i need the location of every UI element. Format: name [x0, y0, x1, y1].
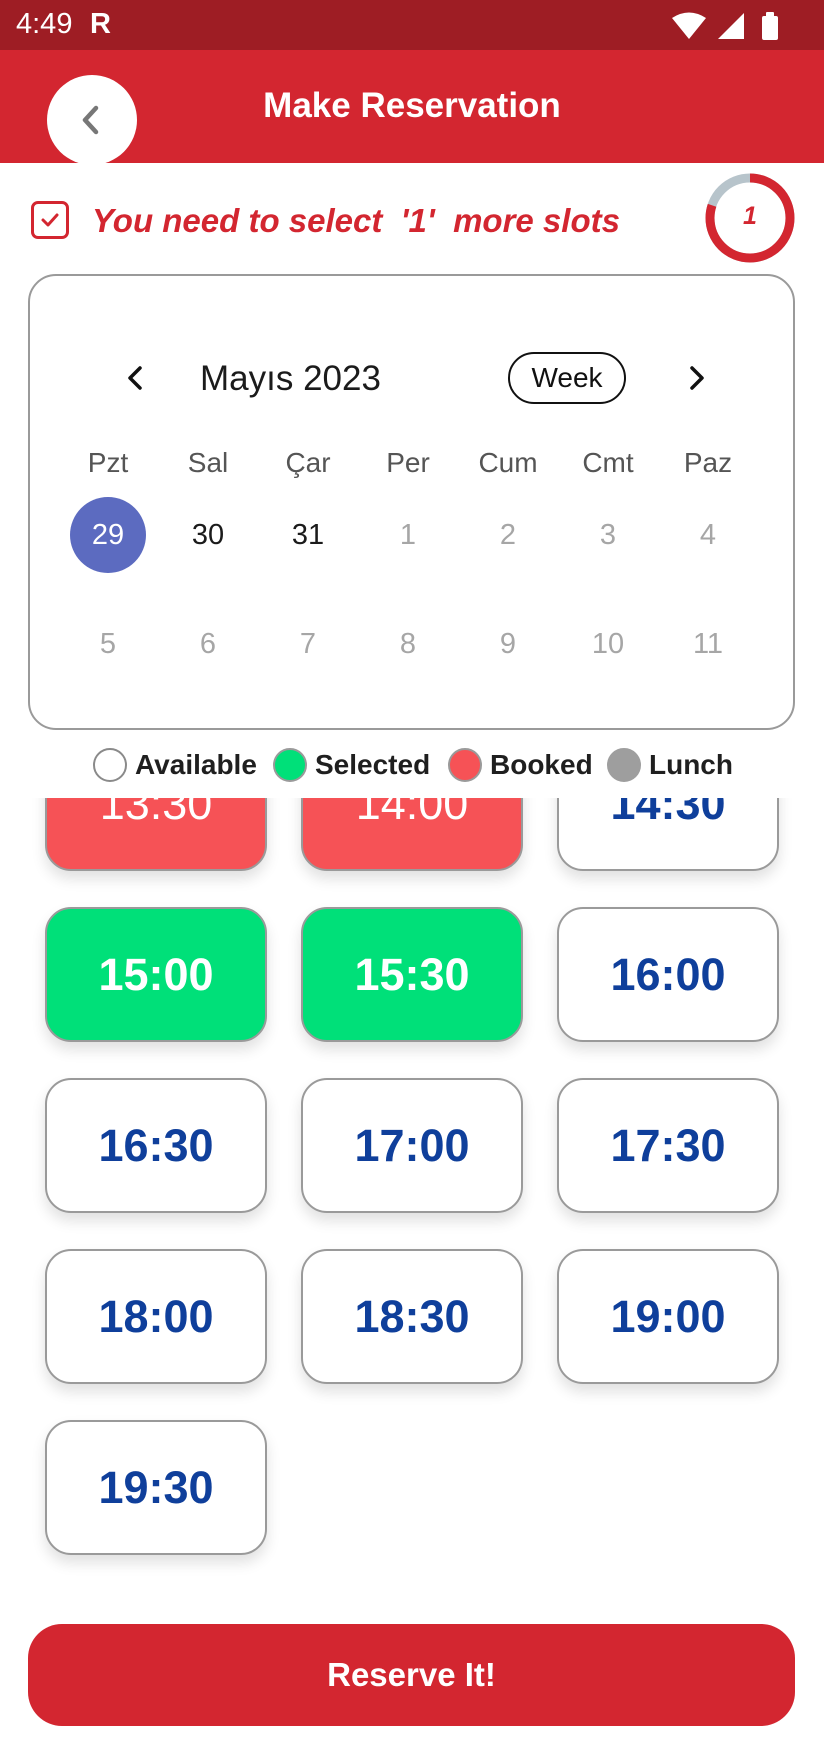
- remaining-slots-indicator: 1: [704, 172, 796, 264]
- notice-checkbox[interactable]: [31, 201, 69, 239]
- wifi-icon: [672, 12, 706, 39]
- legend-label: Available: [135, 749, 257, 780]
- time-slot-grid: 13:30 14:00 14:30 15:00 15:30 16:00 16:30 17:00…: [0, 798, 824, 1590]
- time-slot-selected[interactable]: 15:30: [301, 907, 523, 1042]
- time-slot-available[interactable]: 16:00: [557, 907, 779, 1042]
- legend-lunch-swatch: [607, 748, 641, 782]
- legend-label: Booked: [490, 749, 593, 780]
- time-slot-available[interactable]: 19:00: [557, 1249, 779, 1384]
- time-slot-booked[interactable]: 14:00: [301, 798, 523, 871]
- legend-booked-swatch: [448, 748, 482, 782]
- calendar-day[interactable]: 10: [570, 606, 646, 682]
- weekday-label: Çar: [285, 447, 331, 478]
- signal-icon: [718, 13, 744, 39]
- time-slot-available[interactable]: 17:30: [557, 1078, 779, 1213]
- calendar-day[interactable]: 11: [670, 606, 746, 682]
- calendar-day[interactable]: 4: [670, 497, 746, 573]
- calendar-day[interactable]: 9: [470, 606, 546, 682]
- calendar-day[interactable]: 8: [370, 606, 446, 682]
- previous-week-button[interactable]: [111, 353, 161, 403]
- calendar-day[interactable]: 30: [170, 497, 246, 573]
- remaining-count: 1: [743, 202, 757, 230]
- status-icons: [670, 11, 800, 46]
- notice-text: You need to select '1' more slots: [92, 202, 620, 239]
- calendar-day[interactable]: 3: [570, 497, 646, 573]
- chevron-left-icon: [128, 366, 142, 390]
- slot-notice: You need to select '1' more slots: [31, 198, 671, 242]
- weekday-label: Paz: [683, 447, 733, 478]
- calendar-day[interactable]: 2: [470, 497, 546, 573]
- time-slot-selected[interactable]: 15:00: [45, 907, 267, 1042]
- status-indicator: R: [90, 8, 111, 40]
- calendar-day[interactable]: 1: [370, 497, 446, 573]
- reserve-button[interactable]: Reserve It!: [28, 1624, 795, 1726]
- calendar-day[interactable]: 7: [270, 606, 346, 682]
- calendar-month-label: Mayıs 2023: [200, 359, 381, 398]
- slot-legend: Available Selected Booked Lunch: [93, 748, 793, 782]
- calendar-day[interactable]: 29: [70, 497, 146, 573]
- legend-label: Selected: [315, 749, 431, 780]
- time-slot-available[interactable]: 19:30: [45, 1420, 267, 1555]
- calendar-format-button[interactable]: Week: [508, 352, 626, 404]
- legend-selected-swatch: [273, 748, 307, 782]
- calendar-day[interactable]: 6: [170, 606, 246, 682]
- time-slot-available[interactable]: 17:00: [301, 1078, 523, 1213]
- time-slot-available[interactable]: 16:30: [45, 1078, 267, 1213]
- check-icon: [41, 213, 59, 227]
- time-slot-booked[interactable]: 13:30: [45, 798, 267, 871]
- weekday-label: Per: [386, 447, 430, 478]
- battery-icon: [762, 12, 778, 40]
- chevron-right-icon: [690, 366, 704, 390]
- legend-available-swatch: [93, 748, 127, 782]
- status-time: 4:49: [16, 8, 73, 40]
- status-bar: 4:49 R: [0, 0, 824, 50]
- legend-label: Lunch: [649, 749, 733, 780]
- time-slot-available[interactable]: 18:00: [45, 1249, 267, 1384]
- weekday-label: Pzt: [87, 447, 129, 478]
- calendar-card: Mayıs 2023 Week Pzt Sal Çar Per Cum Cmt Paz 29 3…: [28, 274, 795, 730]
- time-slot-available[interactable]: 14:30: [557, 798, 779, 871]
- calendar-day[interactable]: 5: [70, 606, 146, 682]
- weekday-label: Cmt: [582, 447, 634, 478]
- time-slot-available[interactable]: 18:30: [301, 1249, 523, 1384]
- weekday-label: Cum: [478, 447, 538, 478]
- page-title: Make Reservation: [263, 86, 561, 125]
- calendar-day[interactable]: 31: [270, 497, 346, 573]
- app-bar: Make Reservation: [0, 50, 824, 165]
- weekday-label: Sal: [187, 447, 229, 478]
- next-week-button[interactable]: [671, 353, 721, 403]
